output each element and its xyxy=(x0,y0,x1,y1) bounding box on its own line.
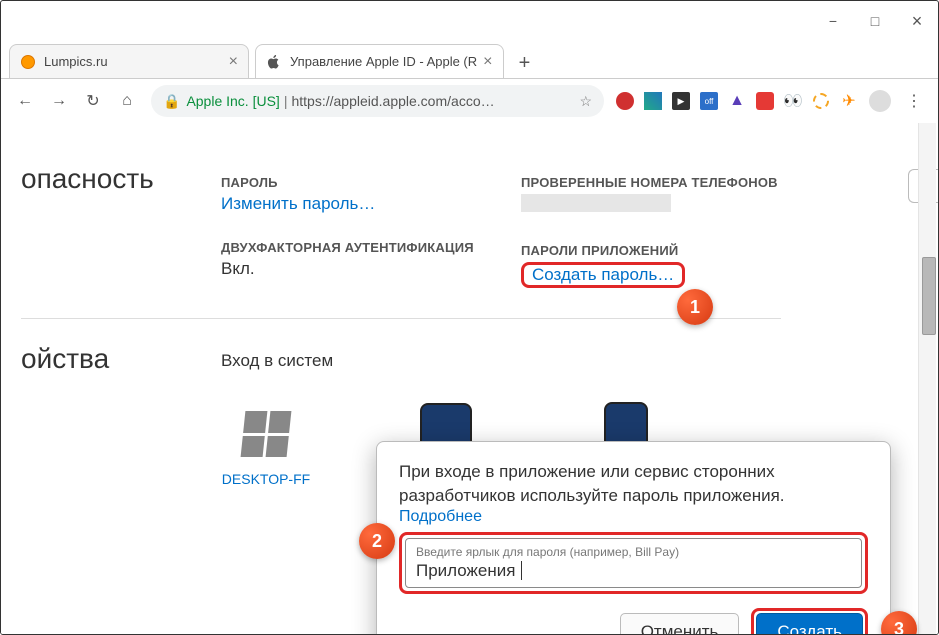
popover-more-link[interactable]: Подробнее xyxy=(399,508,868,526)
menu-button[interactable]: ⋮ xyxy=(898,85,930,117)
section-devices-title: ойства xyxy=(21,343,221,375)
popover-text: При входе в приложение или сервис сторон… xyxy=(399,460,868,508)
window-minimize-button[interactable]: − xyxy=(812,1,854,41)
create-button-highlight: Создать xyxy=(751,608,868,634)
extension-icon[interactable]: off xyxy=(697,89,721,113)
section-divider xyxy=(21,318,781,319)
extension-icon[interactable]: ✈ xyxy=(837,89,861,113)
phones-label: ПРОВЕРЕННЫЕ НОМЕРА ТЕЛЕФОНОВ xyxy=(521,175,821,190)
new-tab-button[interactable]: + xyxy=(510,48,540,78)
page-content: опасность ПАРОЛЬ Изменить пароль… ДВУХФА… xyxy=(1,123,938,634)
browser-window: − □ × Lumpics.ru × Управление Apple ID -… xyxy=(0,0,939,635)
address-bar[interactable]: 🔒 Apple Inc. [US] | https://appleid.appl… xyxy=(151,85,604,117)
create-button[interactable]: Создать xyxy=(756,613,863,634)
tab-appleid[interactable]: Управление Apple ID - Apple (R × xyxy=(255,44,504,78)
favicon-apple-icon xyxy=(266,54,282,70)
create-password-link[interactable]: Создать пароль… xyxy=(532,265,674,284)
twofactor-label: ДВУХФАКТОРНАЯ АУТЕНТИФИКАЦИЯ xyxy=(221,240,521,255)
favicon-lumpics xyxy=(20,54,36,70)
window-titlebar: − □ × xyxy=(1,1,938,41)
password-label-input[interactable]: Введите ярлык для пароля (например, Bill… xyxy=(405,538,862,588)
bookmark-icon[interactable]: ☆ xyxy=(579,93,592,110)
extension-icon[interactable] xyxy=(809,89,833,113)
input-highlight: Введите ярлык для пароля (например, Bill… xyxy=(399,532,868,594)
tab-strip: Lumpics.ru × Управление Apple ID - Apple… xyxy=(1,41,938,79)
section-security-title: опасность xyxy=(21,163,221,195)
create-password-highlight: Создать пароль… xyxy=(521,262,685,288)
extension-icon[interactable] xyxy=(613,89,637,113)
extension-icon[interactable]: ▶ xyxy=(669,89,693,113)
step-badge-3: 3 xyxy=(881,611,917,634)
profile-avatar[interactable] xyxy=(864,85,896,117)
window-close-button[interactable]: × xyxy=(896,1,938,41)
input-value: Приложения xyxy=(416,561,851,581)
tab-close-icon[interactable]: × xyxy=(483,53,492,71)
phone-number-redacted xyxy=(521,194,671,217)
create-password-popover: При входе в приложение или сервис сторон… xyxy=(376,441,891,634)
browser-toolbar: ← → ↻ ⌂ 🔒 Apple Inc. [US] | https://appl… xyxy=(1,79,938,123)
device-desktop[interactable]: DESKTOP-FF xyxy=(221,405,311,487)
back-button[interactable]: ← xyxy=(9,85,41,117)
tab-title: Управление Apple ID - Apple (R xyxy=(290,54,477,69)
reload-button[interactable]: ↻ xyxy=(77,85,109,117)
extension-icon[interactable] xyxy=(641,89,665,113)
password-label: ПАРОЛЬ xyxy=(221,175,521,190)
vertical-scrollbar[interactable] xyxy=(918,123,936,634)
tab-title: Lumpics.ru xyxy=(44,54,223,69)
step-badge-2: 2 xyxy=(359,523,395,559)
tab-lumpics[interactable]: Lumpics.ru × xyxy=(9,44,249,78)
window-maximize-button[interactable]: □ xyxy=(854,1,896,41)
extension-icon[interactable]: ▲ xyxy=(725,89,749,113)
cancel-button[interactable]: Отменить xyxy=(620,613,740,634)
signin-label: Вход в систем xyxy=(221,351,333,371)
input-placeholder: Введите ярлык для пароля (например, Bill… xyxy=(416,545,851,559)
home-button[interactable]: ⌂ xyxy=(111,85,143,117)
app-passwords-label: ПАРОЛИ ПРИЛОЖЕНИЙ xyxy=(521,243,821,258)
change-password-link[interactable]: Изменить пароль… xyxy=(221,194,521,214)
twofactor-value: Вкл. xyxy=(221,259,521,279)
address-org: Apple Inc. [US] xyxy=(186,93,279,109)
tab-close-icon[interactable]: × xyxy=(229,53,238,71)
scrollbar-thumb[interactable] xyxy=(922,257,936,335)
forward-button[interactable]: → xyxy=(43,85,75,117)
lock-icon: 🔒 xyxy=(163,93,180,110)
address-url: https://appleid.apple.com/acco… xyxy=(291,93,494,109)
extension-icon[interactable]: 👀 xyxy=(781,89,805,113)
extension-icon[interactable] xyxy=(753,89,777,113)
windows-icon xyxy=(237,405,295,463)
device-name: DESKTOP-FF xyxy=(221,471,311,487)
step-badge-1: 1 xyxy=(677,289,713,325)
